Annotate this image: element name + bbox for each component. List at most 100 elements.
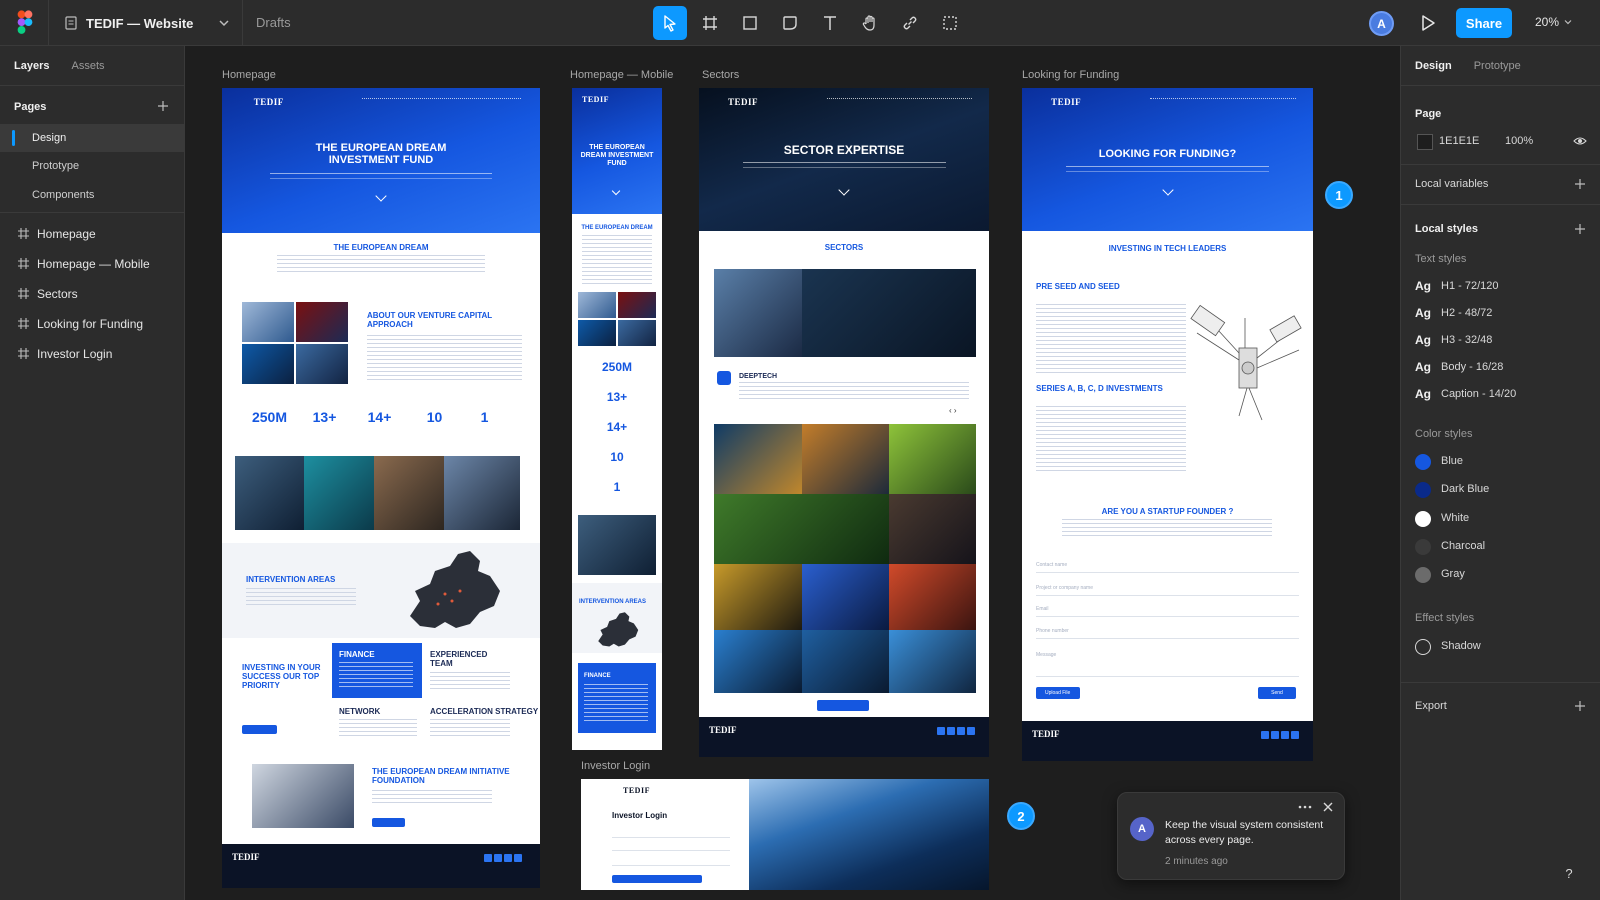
text-style-caption[interactable]: Ag Caption - 14/20 [1415,385,1595,405]
layer-looking-for-funding[interactable]: Looking for Funding [0,311,184,337]
more-options-icon[interactable] [1297,799,1313,815]
page-item-design[interactable]: Design [0,124,184,152]
text-style-h1[interactable]: Ag H1 - 72/120 [1415,277,1595,297]
send-button[interactable]: Send [1258,687,1296,699]
image-deeptech [802,269,976,357]
close-icon[interactable] [1320,799,1336,815]
share-button[interactable]: Share [1456,8,1512,38]
export-label[interactable]: Export [1415,700,1447,712]
layer-investor-login[interactable]: Investor Login [0,341,184,367]
field-message[interactable] [1036,676,1299,677]
text-style-h2[interactable]: Ag H2 - 48/72 [1415,304,1595,324]
drafts-link[interactable]: Drafts [256,15,291,30]
top-toolbar: TEDIF — Website Drafts A Share 20% [0,0,1600,46]
mobile-stat-capital: 250M [601,360,633,374]
effect-style-shadow[interactable]: Shadow [1415,637,1595,657]
image-adtech [889,494,976,564]
login-button[interactable] [612,875,702,883]
layer-homepage[interactable]: Homepage [0,221,184,247]
eye-icon[interactable] [1573,134,1587,148]
present-play-icon[interactable] [1418,13,1438,33]
zoom-dropdown[interactable]: 20% [1535,15,1573,29]
text-style-h3[interactable]: Ag H3 - 32/48 [1415,331,1595,351]
add-style-plus-icon[interactable] [1573,222,1587,236]
sectors-hero-title: SECTOR EXPERTISE [783,143,905,157]
page-color-swatch[interactable] [1417,134,1433,150]
field-email[interactable] [1036,616,1299,617]
page-item-prototype[interactable]: Prototype [0,152,184,180]
move-tool-button[interactable] [653,6,687,40]
get-in-touch-button[interactable] [242,725,277,734]
add-page-plus-icon[interactable] [156,99,170,113]
pitch-your-dream-button[interactable] [817,700,869,711]
image-lights [242,344,294,384]
comment-popup: A Keep the visual system consistent acro… [1117,792,1345,880]
carousel-arrows-icon[interactable]: ‹ › [949,406,971,415]
field-contact-name[interactable] [1036,572,1299,573]
rectangle-tool-button[interactable] [733,6,767,40]
tab-prototype[interactable]: Prototype [1474,60,1521,72]
login-username-field[interactable] [612,850,730,851]
chevron-down-icon[interactable] [216,15,232,31]
hand-tool-button[interactable] [853,6,887,40]
image-metal [802,564,889,630]
image-team [374,456,444,530]
text-style-body[interactable]: Ag Body - 16/28 [1415,358,1595,378]
image-games [889,564,976,630]
frame-label-looking-for-funding[interactable]: Looking for Funding [1022,69,1119,81]
tab-design[interactable]: Design [1415,60,1452,72]
field-project-name[interactable] [1036,595,1299,596]
layer-homepage-mobile[interactable]: Homepage — Mobile [0,251,184,277]
user-avatar[interactable]: A [1369,11,1394,36]
shape-tool-button[interactable] [773,6,807,40]
field-phone[interactable] [1036,638,1299,639]
page-color-value[interactable]: 1E1E1E [1439,135,1479,147]
comment-pin-badge[interactable]: 1 [1325,181,1353,209]
upload-file-button[interactable]: Upload File [1036,687,1080,699]
frame-homepage-mobile[interactable]: TEDIF THE EUROPEAN DREAM INVESTMENT FUND… [572,88,662,750]
login-email-field[interactable] [612,837,730,838]
hero-subtitle [1065,166,1270,172]
color-style-gray[interactable]: Gray [1415,565,1595,585]
comment-pin-badge[interactable]: 2 [1007,802,1035,830]
frame-label-investor-login[interactable]: Investor Login [581,760,650,772]
frame-label-homepage[interactable]: Homepage [222,69,276,81]
image-smartcity [889,630,976,693]
color-style-charcoal[interactable]: Charcoal [1415,537,1595,557]
frame-investor-login[interactable]: TEDIF Investor Login [581,779,989,890]
layer-label: Looking for Funding [37,317,144,331]
frame-label-sectors[interactable]: Sectors [702,69,739,81]
hero-subtitle [269,173,493,179]
link-tool-button[interactable] [893,6,927,40]
deeptech-title: DEEPTECH [739,373,778,380]
tab-layers[interactable]: Layers [14,60,49,72]
image-glass [296,344,348,384]
frame-homepage[interactable]: TEDIF THE EUROPEAN DREAM INVESTMENT FUND… [222,88,540,888]
color-style-blue[interactable]: Blue [1415,452,1595,472]
file-name[interactable]: TEDIF — Website [64,13,193,33]
figma-logo-icon[interactable] [14,10,36,36]
help-button[interactable]: ? [1556,860,1582,886]
image-investments [304,456,374,530]
color-style-dark-blue[interactable]: Dark Blue [1415,480,1595,500]
x-icon [957,727,965,735]
actions-tool-button[interactable] [933,6,967,40]
add-export-plus-icon[interactable] [1573,699,1587,713]
frame-looking-for-funding[interactable]: TEDIF LOOKING FOR FUNDING? INVESTING IN … [1022,88,1313,761]
add-variable-plus-icon[interactable] [1573,177,1587,191]
europe-map-icon [410,551,500,628]
more-info-button[interactable] [372,818,405,827]
local-variables-label[interactable]: Local variables [1415,178,1488,190]
page-item-components[interactable]: Components [0,181,184,209]
text-tool-button[interactable] [813,6,847,40]
frame-label-homepage-mobile[interactable]: Homepage — Mobile [570,69,673,81]
tab-assets[interactable]: Assets [71,60,104,72]
frame-sectors[interactable]: TEDIF SECTOR EXPERTISE SECTORS DEEPTECH … [699,88,989,757]
login-password-field[interactable] [612,865,730,866]
design-canvas[interactable]: Homepage Homepage — Mobile Sectors Looki… [185,46,1400,900]
frame-tool-button[interactable] [693,6,727,40]
page-opacity-value[interactable]: 100% [1505,135,1533,147]
color-style-white[interactable]: White [1415,509,1595,529]
image-blogs [444,456,520,530]
layer-sectors[interactable]: Sectors [0,281,184,307]
